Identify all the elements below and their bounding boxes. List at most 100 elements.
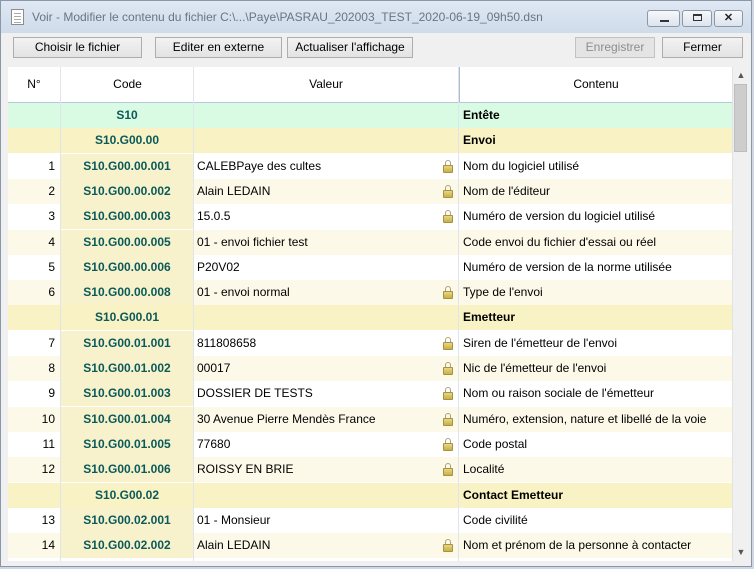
- table-row[interactable]: 9 S10.G00.01.003 DOSSIER DE TESTS Nom ou ra…: [8, 381, 732, 407]
- row-content: Nom et prénom de la personne à contacter: [463, 538, 692, 553]
- row-value[interactable]: DOSSIER DE TESTS: [194, 381, 458, 406]
- save-button[interactable]: Enregistrer: [575, 37, 655, 58]
- row-value[interactable]: CALEBPaye des cultes: [194, 154, 458, 179]
- lock-icon: [443, 412, 453, 426]
- row-content: Nom du logiciel utilisé: [463, 158, 580, 173]
- lock-icon: [443, 210, 453, 224]
- close-window-button[interactable]: ✕: [714, 10, 743, 27]
- row-value[interactable]: 00017: [194, 356, 458, 381]
- scroll-down-icon[interactable]: ▼: [733, 544, 749, 561]
- table-row[interactable]: 1 S10.G00.00.001 CALEBPaye des cultes Nom d…: [8, 153, 732, 179]
- row-content: Siren de l'émetteur de l'envoi: [463, 335, 618, 350]
- row-content: Numéro de version de la norme utilisée: [463, 259, 672, 274]
- column-header-num[interactable]: N°: [8, 67, 60, 102]
- row-code: S10.G00.02.001: [60, 507, 194, 533]
- row-content: Emetteur: [463, 310, 516, 325]
- section-row[interactable]: S10.G00.00 Envoi: [8, 128, 732, 154]
- row-number: [8, 305, 60, 330]
- row-code: S10.G00.01: [60, 305, 194, 331]
- section-row[interactable]: S10 Entête: [8, 103, 732, 128]
- table-row[interactable]: 10 S10.G00.01.004 30 Avenue Pierre Mendès …: [8, 406, 732, 432]
- row-code: S10: [60, 103, 194, 128]
- row-value[interactable]: 01 - envoi fichier test: [194, 230, 458, 255]
- grid-line: [458, 67, 459, 561]
- row-value[interactable]: 30 Avenue Pierre Mendès France: [194, 407, 458, 432]
- data-grid[interactable]: N° Code Valeur Contenu S10 Entête S10.G00.…: [8, 67, 732, 561]
- row-value[interactable]: 77680: [194, 432, 458, 457]
- scroll-up-icon[interactable]: ▲: [733, 67, 749, 84]
- table-row[interactable]: 4 S10.G00.00.005 01 - envoi fichier test Co…: [8, 229, 732, 255]
- row-content: Localité: [463, 462, 505, 477]
- lock-icon: [443, 184, 453, 198]
- row-number: 5: [48, 259, 55, 274]
- row-value[interactable]: Alain LEDAIN: [194, 179, 458, 204]
- lock-icon: [443, 336, 453, 350]
- table-row[interactable]: 8 S10.G00.01.002 00017 Nic de l'émetteur de…: [8, 356, 732, 381]
- row-number: 10: [41, 411, 55, 426]
- grid-line: [60, 67, 61, 561]
- row-number: 14: [41, 538, 55, 553]
- row-content: Code postal: [463, 436, 528, 451]
- main-window: Voir - Modifier le contenu du fichier C:…: [0, 0, 752, 567]
- row-value[interactable]: [194, 305, 458, 330]
- row-number: [8, 128, 60, 153]
- section-row[interactable]: S10.G00.02 Contact Emetteur: [8, 482, 732, 508]
- column-header-value[interactable]: Valeur: [194, 67, 458, 102]
- lock-icon: [443, 387, 453, 401]
- row-number: 1: [48, 158, 55, 173]
- table-row[interactable]: 12 S10.G00.01.006 ROISSY EN BRIE Localité: [8, 457, 732, 483]
- column-header-code[interactable]: Code: [61, 67, 194, 102]
- row-value[interactable]: 811808658: [194, 331, 458, 356]
- close-button[interactable]: Fermer: [662, 37, 743, 58]
- scrollbar-thumb[interactable]: [734, 84, 747, 152]
- row-content: Entête: [459, 103, 732, 128]
- row-content: Numéro, extension, nature et libellé de …: [463, 411, 707, 426]
- row-code: S10.G00.00.001: [60, 153, 194, 179]
- row-value[interactable]: Alain LEDAIN: [194, 533, 458, 558]
- maximize-button[interactable]: [682, 10, 712, 27]
- grid-line: [193, 67, 194, 561]
- table-row[interactable]: 2 S10.G00.00.002 Alain LEDAIN Nom de l'édit…: [8, 178, 732, 204]
- grid-header: N° Code Valeur Contenu: [8, 67, 732, 103]
- row-content: Numéro de version du logiciel utilisé: [463, 209, 656, 224]
- row-code: S10.G00.01.006: [60, 457, 194, 483]
- row-value[interactable]: [194, 103, 458, 128]
- row-value[interactable]: P20V02: [194, 255, 458, 280]
- vertical-scrollbar[interactable]: ▲ ▼: [732, 67, 749, 561]
- table-row[interactable]: 5 S10.G00.00.006 P20V02 Numéro de version d…: [8, 254, 732, 280]
- row-code: S10.G00.01.003: [60, 381, 194, 407]
- row-value[interactable]: 15.0.5: [194, 204, 458, 229]
- lock-icon: [443, 437, 453, 451]
- table-row[interactable]: 11 S10.G00.01.005 77680 Code postal: [8, 431, 732, 457]
- row-value[interactable]: ROISSY EN BRIE: [194, 457, 458, 482]
- row-code: S10.G00.02.002: [60, 533, 194, 559]
- row-value[interactable]: 01 - envoi normal: [194, 280, 458, 305]
- row-number: 3: [48, 209, 55, 224]
- refresh-display-button[interactable]: Actualiser l'affichage: [287, 37, 413, 58]
- row-content: Envoi: [463, 133, 496, 148]
- table-row[interactable]: 14 S10.G00.02.002 Alain LEDAIN Nom et préno…: [8, 533, 732, 559]
- title-bar[interactable]: Voir - Modifier le contenu du fichier C:…: [1, 1, 751, 33]
- row-code: S10.G00.00.003: [60, 204, 194, 230]
- row-number: 7: [48, 335, 55, 350]
- row-value[interactable]: [194, 128, 458, 153]
- table-row[interactable]: 3 S10.G00.00.003 15.0.5 Numéro de version d…: [8, 204, 732, 230]
- table-row[interactable]: 7 S10.G00.01.001 811808658 Siren de l'émett…: [8, 330, 732, 356]
- edit-external-button[interactable]: Editer en externe: [155, 37, 282, 58]
- row-code: S10.G00.01.004: [60, 406, 194, 432]
- row-number: 11: [42, 436, 55, 451]
- section-row[interactable]: S10.G00.01 Emetteur: [8, 305, 732, 331]
- column-header-content[interactable]: Contenu: [460, 67, 732, 102]
- row-code: S10.G00.00.006: [60, 254, 194, 280]
- choose-file-button[interactable]: Choisir le fichier: [13, 37, 142, 58]
- lock-icon: [443, 286, 453, 300]
- minimize-button[interactable]: [647, 10, 680, 27]
- row-content: Nom ou raison sociale de l'émetteur: [463, 386, 655, 401]
- table-row[interactable]: 13 S10.G00.02.001 01 - Monsieur Code civili…: [8, 507, 732, 533]
- row-number: [8, 103, 60, 128]
- row-value[interactable]: [194, 483, 458, 508]
- table-row[interactable]: 6 S10.G00.00.008 01 - envoi normal Type de …: [8, 280, 732, 306]
- row-code: S10.G00.01.002: [60, 356, 194, 381]
- row-value[interactable]: 01 - Monsieur: [194, 508, 458, 533]
- row-code: S10.G00.00.005: [60, 229, 194, 255]
